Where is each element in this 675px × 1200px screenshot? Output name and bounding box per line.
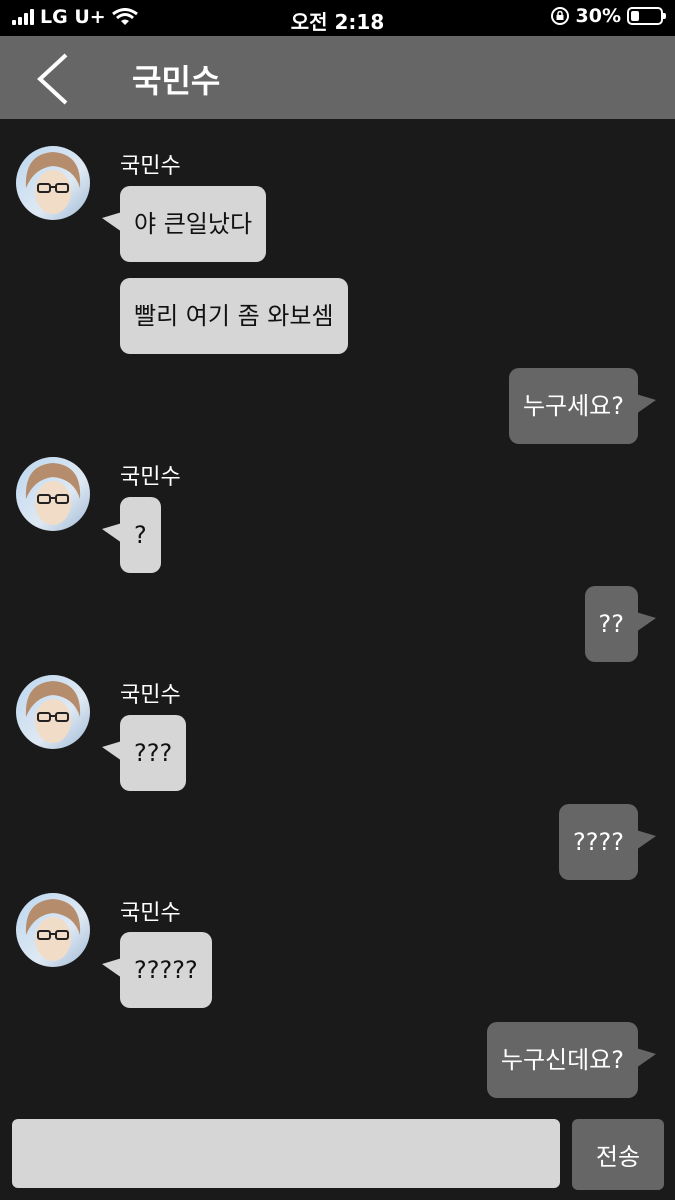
back-button[interactable] — [32, 51, 72, 111]
sender-name: 국민수 — [120, 901, 181, 926]
message-input[interactable] — [12, 1119, 560, 1188]
status-bar: LG U+ 오전 2:18 30% — [0, 0, 675, 36]
my-message-bubble[interactable]: 누구신데요? — [486, 1022, 657, 1098]
message-bubble[interactable]: 빨리 여기 좀 와보셈 — [120, 278, 348, 354]
my-message-bubble[interactable]: ?? — [584, 586, 657, 662]
avatar[interactable] — [16, 457, 90, 531]
battery-level — [631, 11, 639, 21]
avatar[interactable] — [16, 675, 90, 749]
sender-name: 국민수 — [120, 683, 181, 708]
message-bubble[interactable]: ??? — [101, 715, 187, 791]
battery-percent: 30% — [575, 5, 621, 27]
message-bubble[interactable]: 야 큰일났다 — [101, 186, 267, 262]
my-message-bubble[interactable]: 누구세요? — [508, 368, 657, 444]
avatar[interactable] — [16, 146, 90, 220]
rotation-lock-icon — [550, 7, 569, 25]
sender-name: 국민수 — [120, 154, 181, 179]
chat-header: 국민수 — [0, 36, 675, 119]
chevron-left-icon — [37, 53, 68, 105]
message-bubble[interactable]: ? — [102, 497, 161, 573]
battery-icon — [627, 7, 666, 25]
send-button[interactable]: 전송 — [572, 1119, 664, 1190]
avatar[interactable] — [16, 893, 90, 967]
sender-name: 국민수 — [120, 465, 181, 490]
my-message-bubble[interactable]: ???? — [559, 804, 656, 880]
chat-title: 국민수 — [132, 62, 221, 100]
status-right: 30% — [550, 5, 666, 27]
message-bubble[interactable]: ????? — [102, 932, 212, 1008]
